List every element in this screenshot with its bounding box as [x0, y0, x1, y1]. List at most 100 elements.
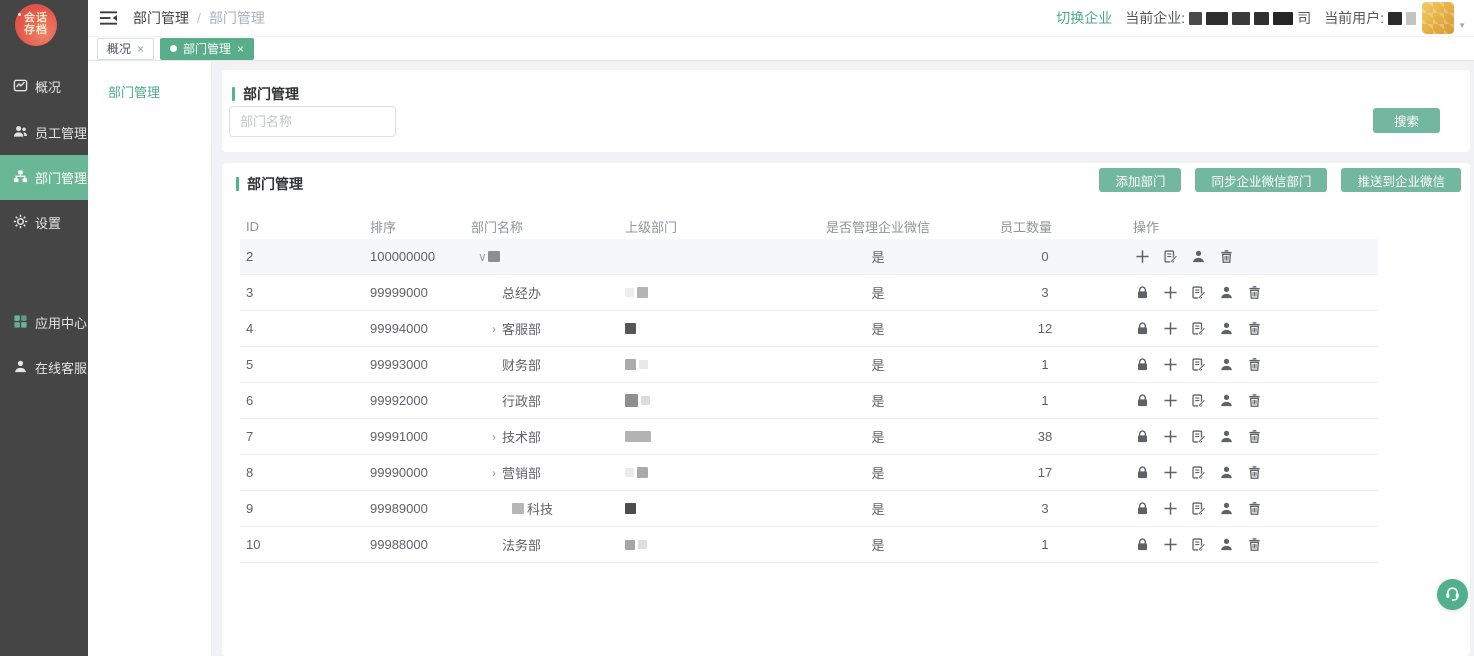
sidebar-item-app-center[interactable]: 应用中心 — [0, 300, 88, 345]
tab-departments[interactable]: 部门管理 × — [160, 38, 254, 60]
expand-caret-icon[interactable]: › — [492, 466, 502, 480]
departments-table: ID 排序 部门名称 上级部门 是否管理企业微信 员工数量 操作 2 10000… — [240, 213, 1378, 563]
members-icon[interactable] — [1219, 537, 1235, 553]
sync-wecom-departments-button[interactable]: 同步企业微信部门 — [1195, 168, 1327, 192]
lock-icon[interactable] — [1135, 501, 1151, 517]
cell-wecom-managed: 是 — [822, 455, 934, 490]
sidebar-item-settings[interactable]: 设置 — [0, 200, 88, 245]
add-child-icon[interactable] — [1163, 321, 1179, 337]
customer-service-fab[interactable] — [1437, 579, 1468, 610]
lock-icon[interactable] — [1135, 537, 1151, 553]
members-icon[interactable] — [1219, 465, 1235, 481]
department-name-text: 客服部 — [502, 319, 541, 338]
add-child-icon[interactable] — [1163, 465, 1179, 481]
cell-sort: 99989000 — [370, 491, 465, 526]
collapse-sidebar-icon[interactable] — [100, 11, 117, 25]
lock-icon[interactable] — [1135, 393, 1151, 409]
sidebar-item-departments[interactable]: 部门管理 — [0, 155, 88, 200]
cell-parent-department — [625, 527, 805, 562]
members-icon[interactable] — [1219, 429, 1235, 445]
cell-employee-count: 3 — [1000, 491, 1090, 526]
members-icon[interactable] — [1219, 393, 1235, 409]
column-header-employee-count: 员工数量 — [1000, 213, 1090, 239]
column-header-id: ID — [246, 213, 346, 239]
department-name-text: 营销部 — [502, 463, 541, 482]
user-menu-caret-icon[interactable]: ▼ — [1458, 21, 1466, 30]
title-marker — [236, 177, 239, 191]
expand-caret-icon[interactable]: › — [492, 322, 502, 336]
tab-overview[interactable]: 概况 × — [97, 38, 154, 60]
add-child-icon[interactable] — [1135, 249, 1151, 265]
edit-icon[interactable] — [1191, 357, 1207, 373]
edit-icon[interactable] — [1191, 465, 1207, 481]
expand-caret-icon[interactable]: ∨ — [478, 250, 488, 264]
add-child-icon[interactable] — [1163, 537, 1179, 553]
lock-icon[interactable] — [1135, 321, 1151, 337]
sidebar-item-overview[interactable]: 概况 — [0, 64, 88, 109]
column-header-sort: 排序 — [370, 213, 465, 239]
delete-icon[interactable] — [1219, 249, 1235, 265]
department-name-input[interactable] — [229, 106, 396, 137]
lock-icon[interactable] — [1135, 357, 1151, 373]
cell-employee-count: 1 — [1000, 527, 1090, 562]
submenu-item-departments[interactable]: 部门管理 — [88, 61, 211, 101]
delete-icon[interactable] — [1247, 501, 1263, 517]
add-department-button[interactable]: 添加部门 — [1099, 168, 1181, 192]
table-action-buttons: 添加部门 同步企业微信部门 推送到企业微信 — [1099, 168, 1461, 192]
delete-icon[interactable] — [1247, 393, 1263, 409]
cell-parent-department — [625, 455, 805, 490]
service-icon — [13, 359, 28, 377]
lock-icon[interactable] — [1135, 285, 1151, 301]
cell-employee-count: 0 — [1000, 239, 1090, 274]
close-icon[interactable]: × — [237, 42, 244, 56]
switch-company-link[interactable]: 切换企业 — [1056, 8, 1112, 28]
lock-icon[interactable] — [1135, 465, 1151, 481]
sidebar-item-label: 概况 — [35, 77, 61, 96]
sidebar-item-online-service[interactable]: 在线客服 — [0, 345, 88, 390]
cell-department-name: 科技 — [471, 491, 621, 526]
cell-parent-department — [625, 275, 805, 310]
breadcrumb-level1[interactable]: 部门管理 — [133, 8, 189, 28]
table-row: 2 100000000 ∨ 是 0 — [240, 239, 1378, 275]
add-child-icon[interactable] — [1163, 393, 1179, 409]
sidebar-item-employees[interactable]: 员工管理 — [0, 110, 88, 155]
delete-icon[interactable] — [1247, 429, 1263, 445]
main-content: 部门管理 搜索 部门管理 添加部门 同步企业微信部门 推送到企业微信 ID 排序… — [212, 61, 1474, 656]
close-icon[interactable]: × — [137, 42, 144, 56]
cell-id: 4 — [246, 311, 346, 346]
delete-icon[interactable] — [1247, 321, 1263, 337]
table-row: 7 99991000 › 技术部 是 38 — [240, 419, 1378, 455]
members-icon[interactable] — [1219, 285, 1235, 301]
members-icon[interactable] — [1219, 357, 1235, 373]
delete-icon[interactable] — [1247, 357, 1263, 373]
edit-icon[interactable] — [1191, 537, 1207, 553]
members-icon[interactable] — [1219, 321, 1235, 337]
edit-icon[interactable] — [1191, 321, 1207, 337]
edit-icon[interactable] — [1191, 393, 1207, 409]
main-sidebar: 会话 存档 概况 员工管理 部门管理 设置 应用中心 在线客服 — [0, 0, 88, 656]
lock-icon[interactable] — [1135, 429, 1151, 445]
current-company-label: 当前企业: — [1125, 8, 1185, 28]
members-icon[interactable] — [1191, 249, 1207, 265]
cell-operations — [1135, 527, 1263, 562]
push-to-wecom-button[interactable]: 推送到企业微信 — [1341, 168, 1461, 192]
add-child-icon[interactable] — [1163, 285, 1179, 301]
add-child-icon[interactable] — [1163, 501, 1179, 517]
edit-icon[interactable] — [1191, 285, 1207, 301]
edit-icon[interactable] — [1163, 249, 1179, 265]
department-name-text: 法务部 — [502, 535, 541, 554]
delete-icon[interactable] — [1247, 465, 1263, 481]
members-icon[interactable] — [1219, 501, 1235, 517]
redacted-parent-block — [625, 288, 634, 297]
edit-icon[interactable] — [1191, 501, 1207, 517]
expand-caret-icon[interactable]: › — [492, 430, 502, 444]
cell-wecom-managed: 是 — [822, 383, 934, 418]
delete-icon[interactable] — [1247, 285, 1263, 301]
add-child-icon[interactable] — [1163, 429, 1179, 445]
title-marker — [232, 87, 235, 101]
add-child-icon[interactable] — [1163, 357, 1179, 373]
edit-icon[interactable] — [1191, 429, 1207, 445]
user-avatar[interactable] — [1422, 2, 1454, 34]
search-button[interactable]: 搜索 — [1373, 108, 1440, 133]
delete-icon[interactable] — [1247, 537, 1263, 553]
